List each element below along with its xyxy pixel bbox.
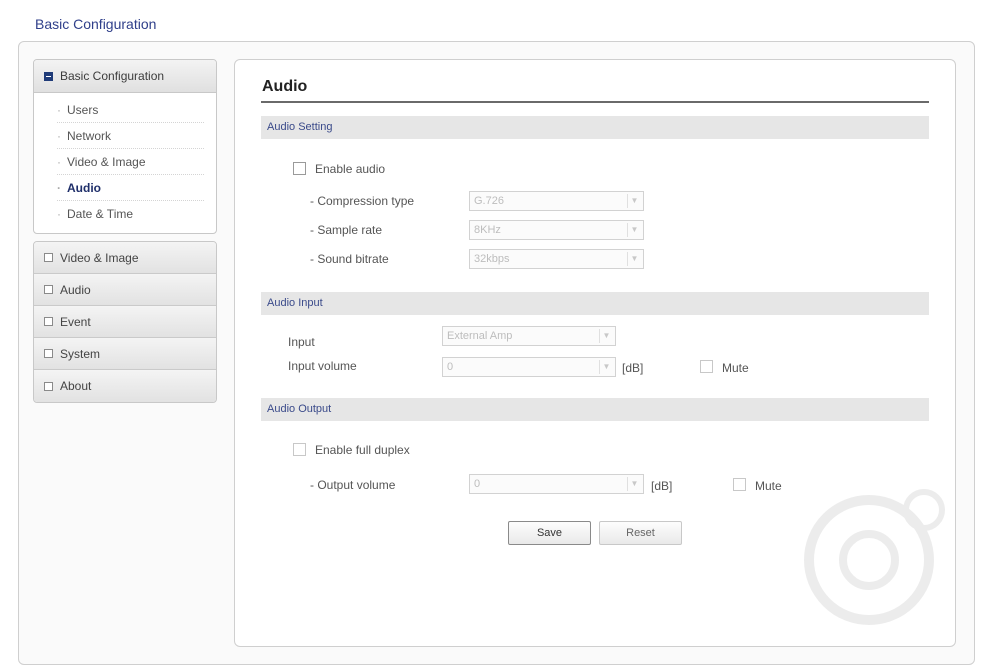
chevron-down-icon: ▼ (627, 477, 641, 491)
nav-label: Video & Image (60, 250, 139, 265)
input-volume-select[interactable]: 0 ▼ (442, 357, 616, 377)
sidebar-item-network[interactable]: Network (57, 123, 204, 149)
expand-icon (44, 381, 53, 391)
input-volume-unit: [dB] (622, 361, 644, 375)
enable-audio-label: Enable audio (315, 162, 386, 176)
reset-button[interactable]: Reset (599, 521, 682, 545)
output-volume-unit: [dB] (651, 479, 673, 493)
chevron-down-icon: ▼ (627, 223, 641, 237)
output-mute-checkbox[interactable] (733, 478, 746, 491)
output-mute-label: Mute (755, 479, 782, 493)
section-audio-setting: Audio Setting (261, 116, 929, 139)
nav-system[interactable]: System (34, 338, 216, 370)
section-audio-output: Audio Output (261, 398, 929, 421)
input-source-value: External Amp (447, 330, 513, 342)
sidebar-section-title: Basic Configuration (60, 69, 165, 83)
input-mute-checkbox[interactable] (700, 360, 713, 373)
sidebar-item-video-image[interactable]: Video & Image (57, 149, 204, 175)
chevron-down-icon: ▼ (599, 360, 613, 374)
enable-audio-checkbox[interactable] (293, 162, 306, 175)
sidebar: Basic Configuration Users Network Video … (33, 59, 217, 403)
expand-icon (44, 317, 53, 326)
nav-label: System (60, 346, 101, 361)
full-duplex-checkbox[interactable] (293, 443, 306, 456)
page-title: Audio (262, 78, 308, 95)
page-header-title: Basic Configuration (35, 16, 157, 32)
sidebar-sub-list: Users Network Video & Image Audio Date &… (34, 93, 216, 233)
sidebar-basic-config-header[interactable]: Basic Configuration (34, 60, 216, 93)
nav-about[interactable]: About (34, 370, 216, 402)
compression-type-value: G.726 (474, 195, 504, 207)
sidebar-nav: Video & Image Audio Event System About (33, 241, 217, 403)
input-volume-value: 0 (447, 361, 454, 373)
input-mute-label: Mute (722, 361, 749, 375)
nav-audio[interactable]: Audio (34, 274, 216, 306)
input-label: Input (288, 335, 315, 349)
expand-icon (44, 285, 53, 294)
input-source-select[interactable]: External Amp ▼ (442, 326, 616, 346)
audio-panel: Audio Audio Setting Enable audio - Compr… (234, 59, 956, 647)
nav-label: Event (60, 314, 91, 329)
expand-icon (44, 253, 53, 262)
sidebar-item-date-time[interactable]: Date & Time (57, 201, 204, 227)
sound-bitrate-value: 32kbps (474, 253, 510, 265)
chevron-down-icon: ▼ (599, 329, 613, 343)
nav-label: Audio (60, 282, 91, 297)
chevron-down-icon: ▼ (627, 252, 641, 266)
section-audio-input: Audio Input (261, 292, 929, 315)
collapse-icon (44, 71, 53, 81)
chevron-down-icon: ▼ (627, 194, 641, 208)
compression-type-label: - Compression type (310, 194, 415, 208)
sidebar-item-audio[interactable]: Audio (57, 175, 204, 201)
gear-watermark-icon (804, 489, 945, 625)
save-button[interactable]: Save (508, 521, 591, 545)
sample-rate-label: - Sample rate (310, 223, 383, 237)
input-volume-label: Input volume (288, 359, 357, 373)
sample-rate-value: 8KHz (474, 224, 501, 236)
nav-label: About (60, 379, 92, 393)
full-duplex-label: Enable full duplex (315, 443, 410, 457)
sidebar-basic-config-group: Basic Configuration Users Network Video … (33, 59, 217, 234)
output-volume-select[interactable]: 0 ▼ (469, 474, 644, 494)
nav-event[interactable]: Event (34, 306, 216, 338)
sound-bitrate-label: - Sound bitrate (310, 252, 389, 266)
sample-rate-select[interactable]: 8KHz ▼ (469, 220, 644, 240)
compression-type-select[interactable]: G.726 ▼ (469, 191, 644, 211)
nav-video-image[interactable]: Video & Image (34, 242, 216, 274)
sidebar-item-users[interactable]: Users (57, 97, 204, 123)
title-divider (261, 101, 929, 103)
sound-bitrate-select[interactable]: 32kbps ▼ (469, 249, 644, 269)
expand-icon (44, 349, 53, 358)
output-volume-value: 0 (474, 478, 481, 490)
output-volume-label: - Output volume (310, 478, 396, 492)
